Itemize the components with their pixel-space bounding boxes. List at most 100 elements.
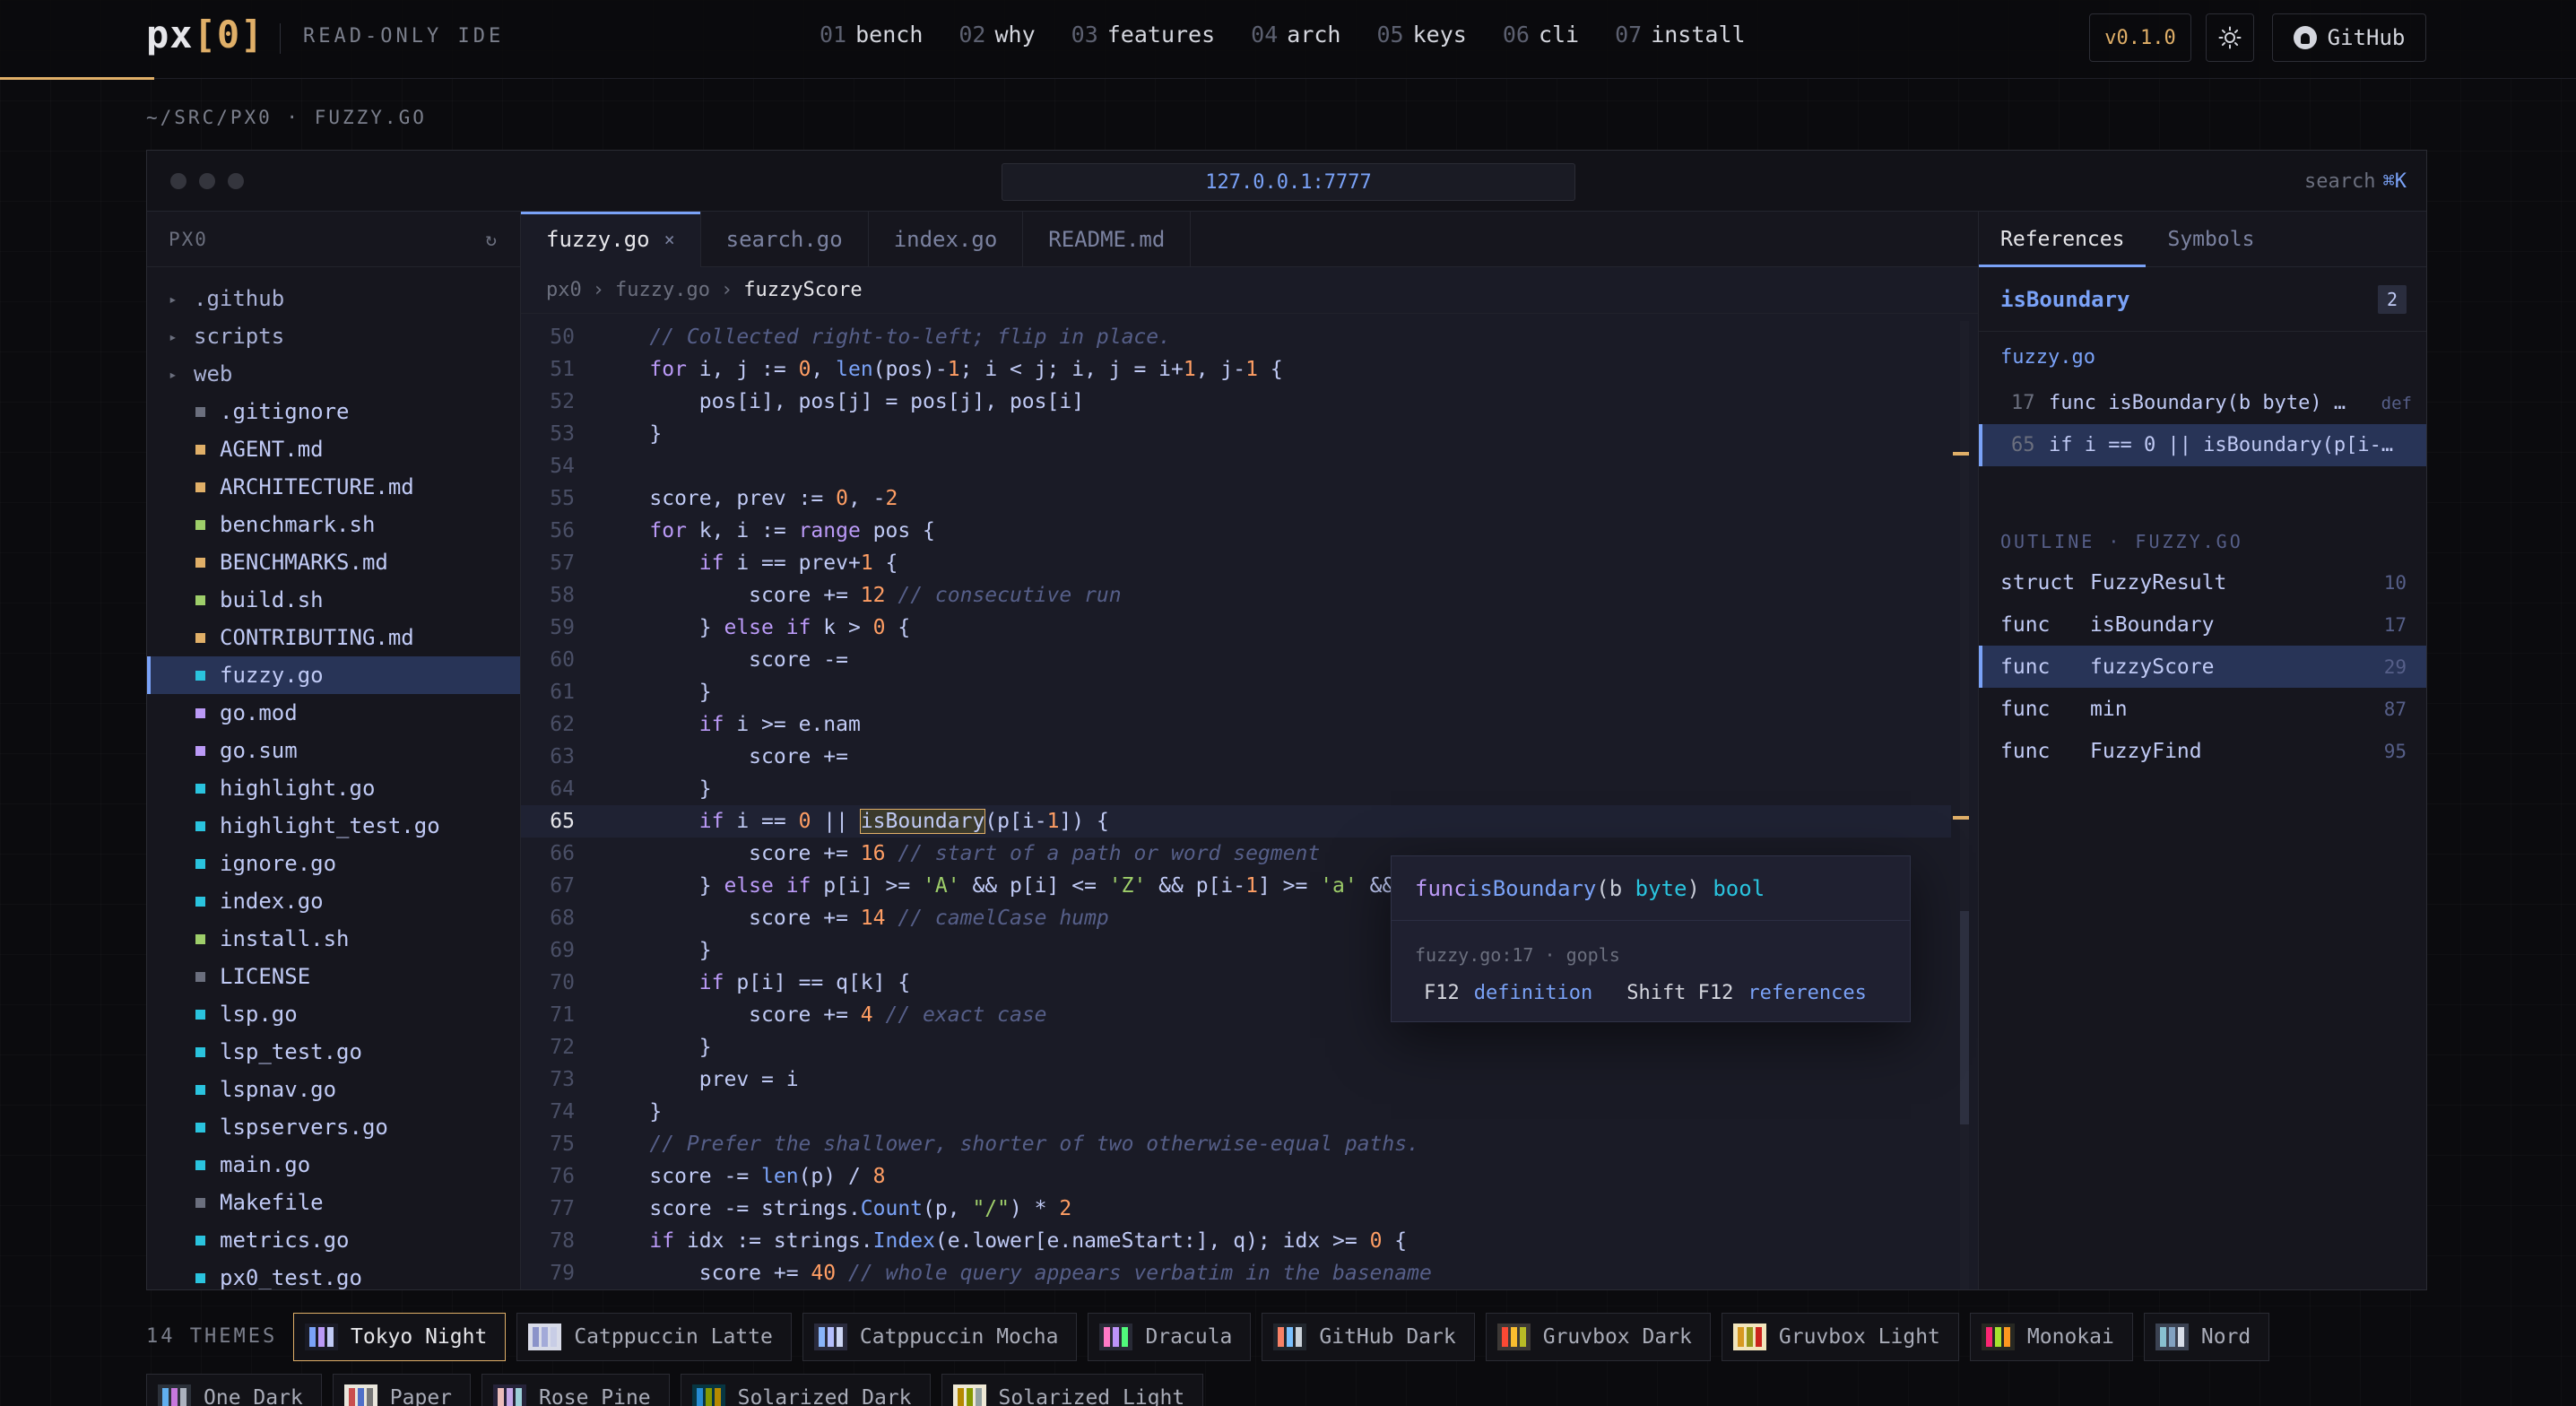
window-dot[interactable]: [199, 173, 215, 189]
file-item[interactable]: go.mod: [147, 694, 520, 732]
line-number[interactable]: 68: [521, 907, 575, 930]
folder-item[interactable]: ▸ scripts: [147, 317, 520, 355]
outline-item[interactable]: func isBoundary 17: [1979, 603, 2426, 646]
theme-chip[interactable]: Monokai: [1969, 1313, 2133, 1361]
url-bar[interactable]: 127.0.0.1:7777: [1002, 163, 1575, 201]
nav-link-keys[interactable]: 05 keys: [1377, 22, 1467, 48]
window-dot[interactable]: [228, 173, 244, 189]
file-item[interactable]: metrics.go: [147, 1221, 520, 1259]
window-dot[interactable]: [170, 173, 186, 189]
theme-chip[interactable]: Solarized Light: [941, 1374, 1204, 1406]
line-number[interactable]: 70: [521, 971, 575, 994]
line-number[interactable]: 78: [521, 1229, 575, 1253]
file-item[interactable]: lspservers.go: [147, 1108, 520, 1146]
version-badge[interactable]: v0.1.0: [2089, 13, 2191, 62]
line-number[interactable]: 58: [521, 584, 575, 607]
file-item[interactable]: index.go: [147, 882, 520, 920]
file-item[interactable]: AGENT.md: [147, 430, 520, 468]
breadcrumb-item[interactable]: px0: [546, 279, 582, 301]
line-number[interactable]: 62: [521, 713, 575, 736]
line-number[interactable]: 74: [521, 1100, 575, 1124]
theme-chip[interactable]: Catppuccin Mocha: [802, 1313, 1078, 1361]
theme-chip[interactable]: Catppuccin Latte: [516, 1313, 792, 1361]
file-item[interactable]: Makefile: [147, 1184, 520, 1221]
reference-item[interactable]: 65 if i == 0 || isBoundary(p[i-…: [1979, 424, 2426, 466]
folder-item[interactable]: ▸ web: [147, 355, 520, 393]
logo[interactable]: px[0]: [146, 13, 264, 56]
line-number[interactable]: 64: [521, 777, 575, 801]
theme-chip[interactable]: Dracula: [1088, 1313, 1252, 1361]
line-number[interactable]: 52: [521, 390, 575, 413]
scrollbar-thumb[interactable]: [1960, 911, 1969, 1124]
line-number[interactable]: 73: [521, 1068, 575, 1091]
nav-link-features[interactable]: 03 features: [1071, 22, 1216, 48]
file-item[interactable]: lsp.go: [147, 995, 520, 1033]
file-item[interactable]: install.sh: [147, 920, 520, 958]
line-number[interactable]: 54: [521, 455, 575, 478]
line-number[interactable]: 63: [521, 745, 575, 768]
file-item[interactable]: ignore.go: [147, 845, 520, 882]
line-number[interactable]: 59: [521, 616, 575, 639]
github-button[interactable]: GitHub: [2272, 13, 2426, 62]
file-item[interactable]: highlight_test.go: [147, 807, 520, 845]
theme-chip[interactable]: Rose Pine: [481, 1374, 670, 1406]
line-number[interactable]: 50: [521, 325, 575, 349]
file-item[interactable]: CONTRIBUTING.md: [147, 619, 520, 656]
file-item[interactable]: build.sh: [147, 581, 520, 619]
tab-search-go[interactable]: search.go: [701, 212, 869, 267]
file-item[interactable]: lsp_test.go: [147, 1033, 520, 1071]
reference-file[interactable]: fuzzy.go: [1979, 332, 2426, 382]
theme-chip[interactable]: Tokyo Night: [293, 1313, 507, 1361]
line-number[interactable]: 66: [521, 842, 575, 865]
line-number[interactable]: 60: [521, 648, 575, 672]
theme-chip[interactable]: One Dark: [146, 1374, 322, 1406]
line-number[interactable]: 79: [521, 1262, 575, 1285]
line-number[interactable]: 56: [521, 519, 575, 542]
outline-item[interactable]: func min 87: [1979, 688, 2426, 730]
search-shortcut[interactable]: search ⌘K: [2304, 170, 2407, 193]
line-number[interactable]: 69: [521, 939, 575, 962]
tab-index-go[interactable]: index.go: [869, 212, 1024, 267]
nav-link-bench[interactable]: 01 bench: [820, 22, 923, 48]
line-number[interactable]: 71: [521, 1003, 575, 1027]
theme-chip[interactable]: GitHub Dark: [1262, 1313, 1475, 1361]
line-number[interactable]: 61: [521, 681, 575, 704]
line-number[interactable]: 76: [521, 1165, 575, 1188]
line-number[interactable]: 51: [521, 358, 575, 381]
outline-item[interactable]: func fuzzyScore 29: [1979, 646, 2426, 688]
file-item[interactable]: LICENSE: [147, 958, 520, 995]
line-number[interactable]: 75: [521, 1133, 575, 1156]
file-item[interactable]: BENCHMARKS.md: [147, 543, 520, 581]
file-item[interactable]: go.sum: [147, 732, 520, 769]
outline-item[interactable]: func FuzzyFind 95: [1979, 730, 2426, 772]
file-item[interactable]: fuzzy.go: [147, 656, 520, 694]
close-icon[interactable]: ×: [664, 229, 675, 250]
nav-link-arch[interactable]: 04 arch: [1251, 22, 1340, 48]
file-item[interactable]: px0_test.go: [147, 1259, 520, 1289]
file-item[interactable]: main.go: [147, 1146, 520, 1184]
line-number[interactable]: 77: [521, 1197, 575, 1220]
theme-chip[interactable]: Paper: [332, 1374, 472, 1406]
theme-chip[interactable]: Solarized Dark: [680, 1374, 931, 1406]
outline-item[interactable]: struct FuzzyResult 10: [1979, 561, 2426, 603]
file-item[interactable]: benchmark.sh: [147, 506, 520, 543]
theme-chip[interactable]: Nord: [2143, 1313, 2270, 1361]
theme-chip[interactable]: Gruvbox Light: [1721, 1313, 1959, 1361]
file-item[interactable]: lspnav.go: [147, 1071, 520, 1108]
nav-link-cli[interactable]: 06 cli: [1503, 22, 1579, 48]
line-number[interactable]: 72: [521, 1036, 575, 1059]
line-number[interactable]: 55: [521, 487, 575, 510]
code-area[interactable]: 50 // Collected right-to-left; flip in p…: [521, 321, 1951, 1289]
file-item[interactable]: ARCHITECTURE.md: [147, 468, 520, 506]
breadcrumb-item[interactable]: fuzzyScore: [743, 279, 862, 301]
tab-README-md[interactable]: README.md: [1023, 212, 1192, 267]
folder-item[interactable]: ▸ .github: [147, 280, 520, 317]
line-number[interactable]: 67: [521, 874, 575, 898]
line-number[interactable]: 53: [521, 422, 575, 446]
file-item[interactable]: highlight.go: [147, 769, 520, 807]
reference-item[interactable]: 17 func isBoundary(b byte) … def: [1979, 382, 2426, 424]
hover-action-references[interactable]: references: [1748, 982, 1866, 1004]
nav-link-why[interactable]: 02 why: [958, 22, 1035, 48]
tab-fuzzy-go[interactable]: fuzzy.go ×: [521, 212, 701, 267]
line-number[interactable]: 57: [521, 551, 575, 575]
